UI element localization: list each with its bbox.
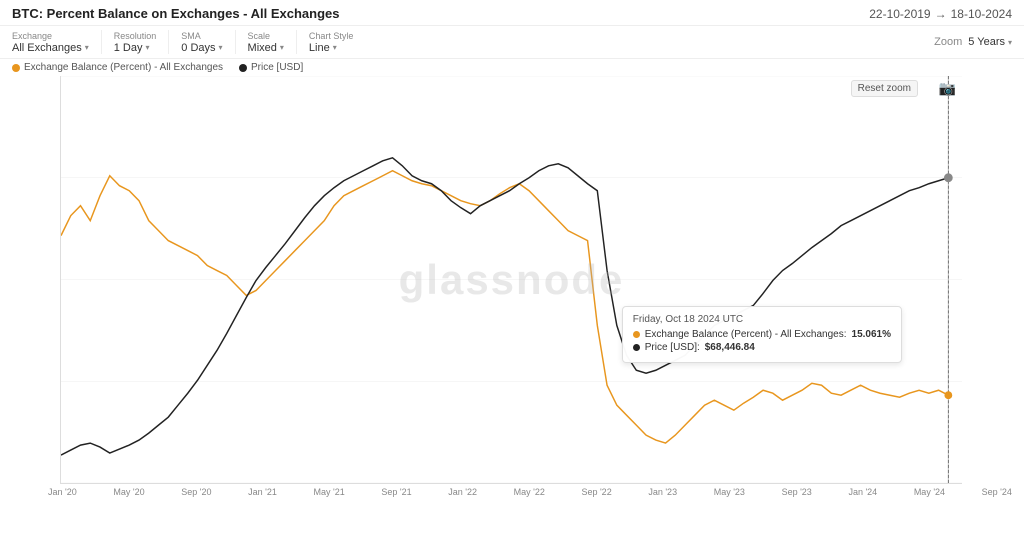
- resolution-chevron: ▾: [145, 43, 149, 52]
- zoom-chevron: ▾: [1008, 38, 1012, 47]
- scale-chevron: ▾: [280, 43, 284, 52]
- sma-selector[interactable]: SMA 0 Days ▾: [181, 31, 222, 54]
- x-axis: Jan '20 May '20 Sep '20 Jan '21 May '21 …: [48, 484, 1012, 497]
- x-label-may22: May '22: [514, 487, 545, 497]
- legend-item-exchange: Exchange Balance (Percent) - All Exchang…: [12, 62, 223, 73]
- chart-style-selector[interactable]: Chart Style Line ▾: [309, 31, 354, 54]
- zoom-section: Zoom 5 Years ▾: [934, 36, 1012, 48]
- chart-title: BTC: Percent Balance on Exchanges - All …: [12, 6, 340, 21]
- x-label-sep20: Sep '20: [181, 487, 211, 497]
- resolution-selector[interactable]: Resolution 1 Day ▾: [114, 31, 157, 54]
- legend-item-price: Price [USD]: [239, 62, 303, 73]
- zoom-selector[interactable]: 5 Years ▾: [968, 36, 1012, 48]
- divider2: [168, 30, 169, 54]
- scale-selector[interactable]: Scale Mixed ▾: [248, 31, 284, 54]
- reset-zoom-button[interactable]: Reset zoom: [851, 80, 918, 97]
- x-label-may21: May '21: [313, 487, 344, 497]
- header: BTC: Percent Balance on Exchanges - All …: [0, 0, 1024, 26]
- tooltip-date: Friday, Oct 18 2024 UTC: [633, 314, 891, 325]
- chart-svg: [61, 76, 962, 483]
- black-end-dot: [944, 174, 952, 182]
- x-label-sep24: Sep '24: [982, 487, 1012, 497]
- x-label-sep23: Sep '23: [782, 487, 812, 497]
- legend: Exchange Balance (Percent) - All Exchang…: [0, 59, 1024, 76]
- x-label-jan22: Jan '22: [448, 487, 477, 497]
- camera-icon[interactable]: 📷: [939, 80, 956, 97]
- divider4: [296, 30, 297, 54]
- x-label-may23: May '23: [714, 487, 745, 497]
- chart-container: 17.2% 16.4% 15.6% 14.8% glassnode Reset …: [0, 76, 1024, 484]
- tooltip-row-exchange: Exchange Balance (Percent) - All Exchang…: [633, 329, 891, 340]
- sma-chevron: ▾: [219, 43, 223, 52]
- legend-dot-exchange: [12, 64, 20, 72]
- tooltip-row-price: Price [USD]: $68,446.84: [633, 342, 891, 353]
- x-label-jan24: Jan '24: [848, 487, 877, 497]
- exchange-chevron: ▾: [85, 43, 89, 52]
- tooltip-dot-exchange: [633, 331, 640, 338]
- legend-dot-price: [239, 64, 247, 72]
- x-label-jan23: Jan '23: [648, 487, 677, 497]
- x-label-jan20: Jan '20: [48, 487, 77, 497]
- x-label-jan21: Jan '21: [248, 487, 277, 497]
- tooltip: Friday, Oct 18 2024 UTC Exchange Balance…: [622, 306, 902, 363]
- date-range: 22-10-2019 → 18-10-2024: [869, 7, 1012, 21]
- chart-style-chevron: ▾: [333, 43, 337, 52]
- x-label-sep21: Sep '21: [381, 487, 411, 497]
- x-label-sep22: Sep '22: [581, 487, 611, 497]
- exchange-selector[interactable]: Exchange All Exchanges ▾: [12, 31, 89, 54]
- tooltip-dot-price: [633, 344, 640, 351]
- divider3: [235, 30, 236, 54]
- toolbar: Exchange All Exchanges ▾ Resolution 1 Da…: [0, 26, 1024, 59]
- x-label-may20: May '20: [113, 487, 144, 497]
- orange-end-dot: [944, 391, 952, 399]
- divider1: [101, 30, 102, 54]
- x-label-may24: May '24: [914, 487, 945, 497]
- chart-area: glassnode Reset zoom 📷: [60, 76, 962, 484]
